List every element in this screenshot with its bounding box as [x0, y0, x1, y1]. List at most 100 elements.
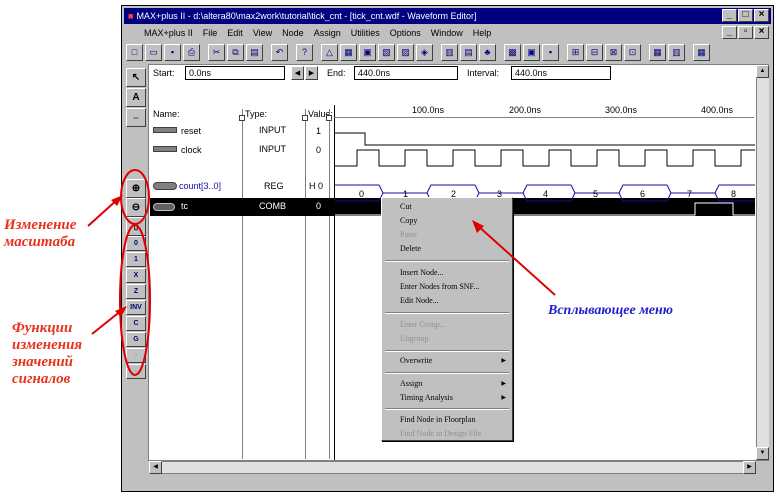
menu-view[interactable]: View — [253, 28, 272, 38]
menu-node[interactable]: Node — [282, 28, 304, 38]
menu-item-overwrite[interactable]: Overwrite — [400, 356, 432, 365]
set-high-icon[interactable]: 1 — [126, 252, 146, 267]
scroll-up-button[interactable]: ▲ — [756, 65, 769, 78]
menu-item-paste[interactable]: Paste — [400, 230, 417, 239]
signal-name[interactable]: tc — [181, 201, 188, 211]
overwrite-clock-icon[interactable]: C — [126, 316, 146, 331]
signal-name[interactable]: clock — [181, 145, 202, 155]
menu-help[interactable]: Help — [473, 28, 492, 38]
ruler-200ns: 200.0ns — [509, 105, 542, 115]
grid-icon[interactable]: ▦ — [693, 43, 710, 61]
window-tile-icon[interactable]: ▦ — [649, 43, 666, 61]
menu-window[interactable]: Window — [431, 28, 463, 38]
zoom-out-icon[interactable]: ⊖ — [126, 198, 146, 217]
child-minimize-button[interactable]: _ — [722, 26, 737, 39]
zoom-in-icon[interactable]: ⊕ — [126, 179, 146, 198]
start-field[interactable]: 0.0ns — [185, 66, 285, 80]
menu-item-copy[interactable]: Copy — [400, 216, 417, 225]
select-tool-icon[interactable]: ↖ — [126, 68, 146, 87]
column-handle-1[interactable] — [239, 115, 245, 121]
signal-name[interactable]: count[3..0] — [179, 181, 221, 191]
check-icon[interactable]: ⊠ — [605, 43, 622, 61]
signal-name[interactable]: reset — [181, 126, 201, 136]
symbol-icon[interactable]: ♣ — [479, 43, 496, 61]
set-highz-icon[interactable]: Z — [126, 284, 146, 299]
menu-item-ungroup[interactable]: Ungroup — [400, 334, 428, 343]
compile-project-icon[interactable]: ⊡ — [624, 43, 641, 61]
invert-icon[interactable]: INV — [126, 300, 146, 315]
open-editor-icon[interactable]: ▥ — [441, 43, 458, 61]
menu-item-cut[interactable]: Cut — [400, 202, 412, 211]
menu-item-enter-group[interactable]: Enter Group... — [400, 320, 446, 329]
signal-value: 0 — [316, 201, 322, 211]
interval-field[interactable]: 440.0ns — [511, 66, 611, 80]
project-icon[interactable]: ⊞ — [567, 43, 584, 61]
menu-options[interactable]: Options — [390, 28, 421, 38]
save-icon[interactable]: ▪ — [164, 43, 181, 61]
hierarchy-icon[interactable]: △ — [321, 43, 338, 61]
menu-maxplus[interactable]: MAX+plus II — [144, 28, 193, 38]
close-button[interactable]: × — [754, 9, 769, 22]
child-restore-button[interactable]: ▫ — [738, 26, 753, 39]
timing-icon[interactable]: ▨ — [397, 43, 414, 61]
column-divider-1[interactable] — [242, 109, 243, 459]
scroll-left-button[interactable]: ◀ — [149, 461, 162, 474]
text-tool-icon[interactable]: A — [126, 88, 146, 107]
text-editor-icon[interactable]: ▤ — [460, 43, 477, 61]
simulator-icon[interactable]: ▣ — [523, 43, 540, 61]
set-undefined-icon[interactable]: X — [126, 268, 146, 283]
program-icon[interactable]: ◈ — [416, 43, 433, 61]
maximize-button[interactable]: □ — [738, 9, 753, 22]
menu-item-assign[interactable]: Assign — [400, 379, 422, 388]
minimize-button[interactable]: _ — [722, 9, 737, 22]
snap-tool-icon[interactable]: ⇔ — [126, 108, 146, 127]
menu-edit[interactable]: Edit — [227, 28, 243, 38]
scroll-right-button[interactable]: ▶ — [743, 461, 756, 474]
fit-in-window-icon[interactable]: ▯ — [126, 217, 146, 236]
menu-item-find-design-file[interactable]: Find Node in Design File — [400, 429, 481, 438]
set-low-icon[interactable]: 0 — [126, 236, 146, 251]
time-right-button[interactable]: ▶ — [305, 66, 318, 80]
menu-assign[interactable]: Assign — [314, 28, 341, 38]
menu-item-insert-node[interactable]: Insert Node... — [400, 268, 444, 277]
menu-item-timing-analysis[interactable]: Timing Analysis — [400, 393, 453, 402]
vertical-scrollbar[interactable] — [756, 65, 769, 460]
menu-utilities[interactable]: Utilities — [351, 28, 380, 38]
menu-item-delete[interactable]: Delete — [400, 244, 421, 253]
end-field[interactable]: 440.0ns — [354, 66, 458, 80]
cut-icon[interactable]: ✂ — [208, 43, 225, 61]
print-icon[interactable]: ⎙ — [183, 43, 200, 61]
menu-item-find-floorplan[interactable]: Find Node in Floorplan — [400, 415, 475, 424]
overwrite-group-icon[interactable]: ▫ — [126, 348, 146, 363]
paste-icon[interactable]: ▤ — [246, 43, 263, 61]
compiler-icon[interactable]: ▩ — [504, 43, 521, 61]
help-icon[interactable]: ? — [296, 43, 313, 61]
menu-item-edit-node[interactable]: Edit Node... — [400, 296, 439, 305]
save-project-icon[interactable]: ⊟ — [586, 43, 603, 61]
start-label: Start: — [153, 68, 175, 78]
new-icon[interactable]: □ — [126, 43, 143, 61]
undo-icon[interactable]: ↶ — [271, 43, 288, 61]
horizontal-scrollbar-track[interactable] — [149, 461, 756, 474]
column-divider-3[interactable] — [329, 109, 330, 459]
compile-icon[interactable]: ▣ — [359, 43, 376, 61]
simulate-icon[interactable]: ▧ — [378, 43, 395, 61]
open-icon[interactable]: ▭ — [145, 43, 162, 61]
time-left-button[interactable]: ◀ — [291, 66, 304, 80]
menu-file[interactable]: File — [203, 28, 218, 38]
menu-item-enter-nodes[interactable]: Enter Nodes from SNF... — [400, 282, 479, 291]
window-cascade-icon[interactable]: ▥ — [668, 43, 685, 61]
floorplan-icon[interactable]: ▦ — [340, 43, 357, 61]
ruler-100ns: 100.0ns — [412, 105, 445, 115]
column-divider-2[interactable] — [305, 109, 306, 459]
column-handle-3[interactable] — [326, 115, 332, 121]
count-value-7: 7 — [687, 189, 692, 199]
column-handle-2[interactable] — [302, 115, 308, 121]
copy-icon[interactable]: ⧉ — [227, 43, 244, 61]
overwrite-count-icon[interactable]: G — [126, 332, 146, 347]
scroll-down-button[interactable]: ▼ — [756, 447, 769, 460]
grow-shrink-icon[interactable]: ▫ — [126, 364, 146, 379]
analyzer-icon[interactable]: ▪ — [542, 43, 559, 61]
child-close-button[interactable]: × — [754, 26, 769, 39]
submenu-arrow-icon: ▶ — [501, 358, 506, 364]
